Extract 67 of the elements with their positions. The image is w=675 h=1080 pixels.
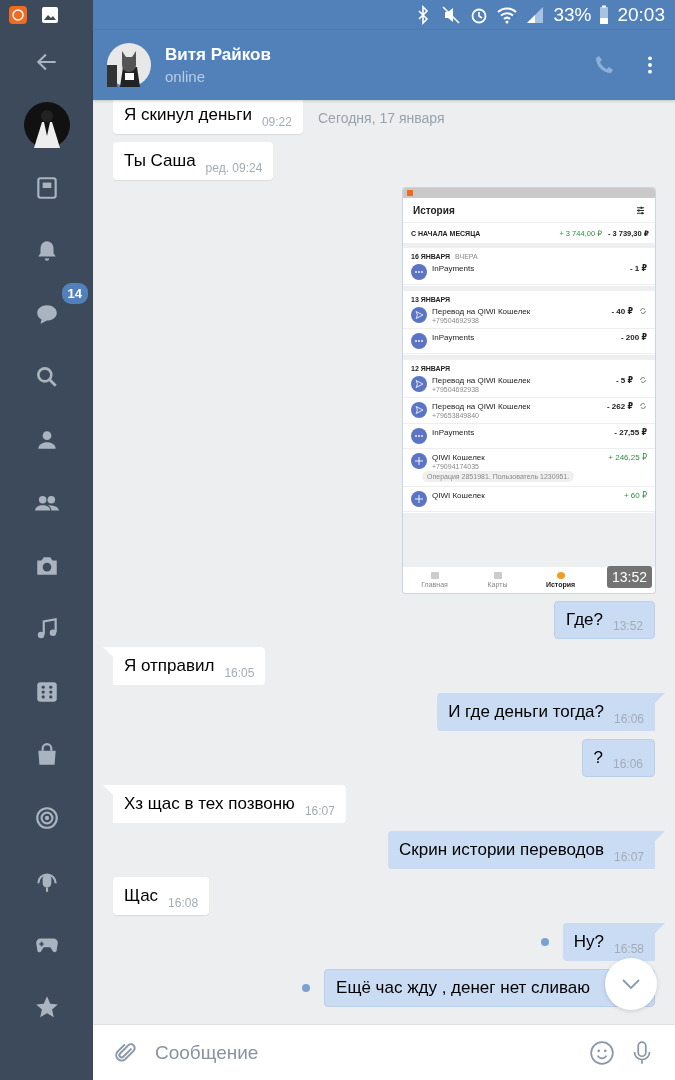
plus-icon	[411, 453, 427, 469]
transaction-title: Перевод на QIWI Кошелек	[432, 307, 532, 316]
send-icon	[411, 376, 427, 392]
transaction-amount: + 246,25 ₽	[608, 453, 647, 462]
transaction-amount: + 60 ₽	[623, 491, 647, 500]
message-text: Ещё час жду , денег нет сливаю	[336, 978, 590, 998]
message-time: 16:06	[612, 757, 643, 771]
message-time: 16:07	[304, 804, 335, 818]
transaction-title: Перевод на QIWI Кошелек	[432, 402, 532, 411]
contact-status: online	[165, 68, 207, 85]
clock: 20:03	[617, 4, 665, 26]
chevron-down-icon	[621, 978, 641, 990]
send-icon	[411, 307, 427, 323]
message-text: ?	[593, 748, 603, 768]
message-text: И где деньги тогда?	[448, 702, 604, 722]
message-text: Я отправил	[124, 656, 215, 676]
battery-icon	[599, 5, 610, 25]
gallery-icon	[40, 5, 60, 25]
date-label: Сегодня, 17 января	[318, 110, 445, 126]
message-text: Ты Саша	[124, 151, 196, 171]
dots-icon	[411, 428, 427, 444]
app-icon	[407, 190, 413, 196]
message-time: 16:06	[613, 712, 644, 726]
send-icon	[411, 402, 427, 418]
message-text: Где?	[566, 610, 603, 630]
wifi-icon	[497, 5, 518, 25]
message-time: 16:08	[168, 896, 199, 910]
transaction-amount: - 27,55 ₽	[614, 428, 647, 437]
app-icon	[8, 5, 28, 25]
dots-icon	[411, 333, 427, 349]
message-time: 13:52	[606, 566, 652, 588]
transaction-amount: - 1 ₽	[629, 264, 647, 273]
transaction-title: Перевод на QIWI Кошелек	[432, 376, 532, 385]
contact-name: Витя Райков	[165, 45, 272, 65]
message-time: 16:58	[613, 942, 644, 956]
message-text: Хз щас в тех позвоню	[124, 794, 295, 814]
message-field[interactable]: Сообщение	[153, 1040, 575, 1065]
message-text: Ну?	[573, 932, 604, 952]
transaction-amount: - 200 ₽	[620, 333, 647, 342]
transaction-title: InPayments	[432, 428, 476, 437]
transaction-title: InPayments	[432, 264, 476, 273]
transaction-title: QIWI Кошелек	[432, 491, 486, 500]
transaction-title: InPayments	[432, 333, 476, 342]
battery-level: 33%	[553, 4, 592, 26]
message-time: 16:05	[224, 666, 255, 680]
target-icon[interactable]	[33, 804, 60, 831]
dots-icon	[411, 264, 427, 280]
unread-badge: 14	[59, 280, 90, 306]
more-icon[interactable]	[647, 55, 653, 75]
mute-icon	[441, 5, 462, 25]
message-text: Скрин истории переводов	[399, 840, 604, 860]
transaction-title: QIWI Кошелек	[432, 453, 486, 462]
message-text: Я скинул деньги	[124, 105, 252, 125]
signal-icon	[525, 5, 546, 25]
transaction-amount: - 5 ₽	[615, 376, 633, 385]
message-text: Щас	[124, 886, 159, 906]
message-time: 09:22	[261, 115, 292, 129]
screenshot-image[interactable]	[403, 188, 655, 593]
message-time: ред. 09:24	[205, 161, 263, 175]
filter-icon	[636, 205, 645, 215]
screen-title: История	[413, 204, 455, 216]
message-time: 13:52	[612, 619, 643, 633]
transaction-amount: - 40 ₽	[611, 307, 633, 316]
message-time: 16:07	[613, 850, 644, 864]
emoji-icon[interactable]	[589, 1039, 615, 1066]
transaction-amount: - 262 ₽	[606, 402, 633, 411]
plus-icon	[411, 491, 427, 507]
